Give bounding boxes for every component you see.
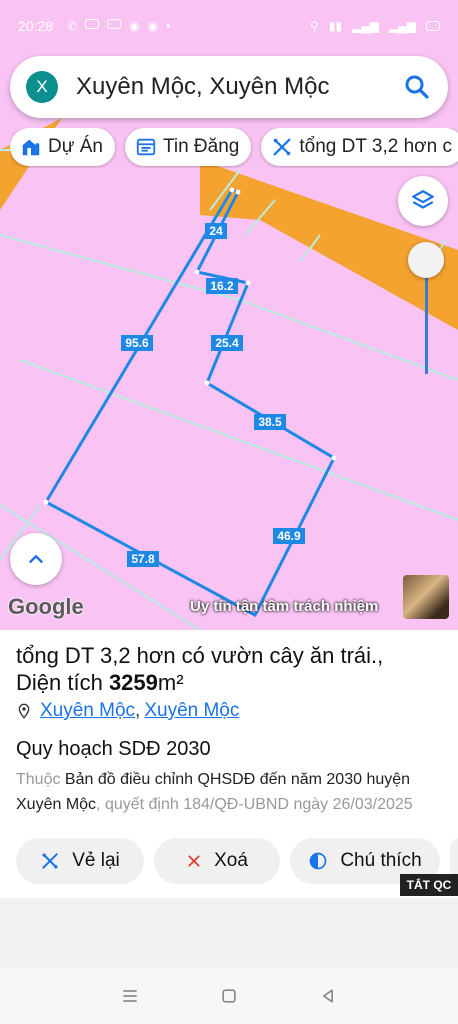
search-bar[interactable]: X Xuyên Mộc, Xuyên Mộc xyxy=(10,56,448,118)
dot-icon: • xyxy=(166,19,171,33)
location-icon: ⚲ xyxy=(310,19,319,33)
delete-button[interactable]: Xoá xyxy=(154,838,280,884)
redraw-label: Vẻ lại xyxy=(72,850,120,871)
layers-button[interactable] xyxy=(398,176,448,226)
delete-label: Xoá xyxy=(214,850,248,871)
chevron-up-icon xyxy=(29,555,43,563)
plan-heading: Quy hoạch SDĐ 2030 xyxy=(16,738,211,760)
hide-ads-badge[interactable]: TẮT QC xyxy=(400,874,458,896)
back-icon[interactable] xyxy=(318,986,338,1006)
chip-tin-dang[interactable]: Tin Đăng xyxy=(124,128,252,166)
volte-icon: ▮▮ xyxy=(328,19,343,33)
signal-icon: ▂▄▆ xyxy=(389,19,416,33)
redraw-button[interactable]: Vẻ lại xyxy=(16,838,144,884)
area-unit: m² xyxy=(157,670,184,695)
segment-label-24: 24 xyxy=(209,224,223,238)
home-icon[interactable] xyxy=(219,986,239,1006)
notification-icons: ✆ ◉ ◉ • xyxy=(67,19,170,33)
plan-prefix: Thuộc xyxy=(16,771,65,788)
ad-placeholder xyxy=(0,898,458,968)
search-input[interactable]: Xuyên Mộc, Xuyên Mộc xyxy=(76,73,402,101)
segment-label-95-6: 95.6 xyxy=(125,336,149,350)
legend-icon xyxy=(309,852,327,870)
app-icon xyxy=(85,19,100,29)
close-icon xyxy=(188,855,200,867)
listing-icon xyxy=(136,138,156,156)
parcel-outline[interactable] xyxy=(43,188,336,618)
status-bar: 20:28 ✆ ◉ ◉ • ⚲ ▮▮ ▂▄▆ ▂▄▆ xyxy=(0,0,458,52)
segment-label-57-8: 57.8 xyxy=(131,552,155,566)
location-link-district[interactable]: Xuyên Mộc xyxy=(144,700,239,722)
messenger-icon: ◉ xyxy=(147,19,159,33)
chip-label: Tin Đăng xyxy=(162,136,240,157)
location-row: Xuyên Mộc, Xuyên Mộc xyxy=(16,700,442,722)
system-icons: ⚲ ▮▮ ▂▄▆ ▂▄▆ xyxy=(310,19,440,33)
map-view[interactable]: 24 16.2 25.4 95.6 38.5 46.9 57.8 20:28 ✆… xyxy=(0,0,458,630)
messenger-icon: ◉ xyxy=(129,19,140,33)
opacity-slider-track[interactable] xyxy=(425,262,428,374)
measure-icon xyxy=(273,138,291,156)
chip-parcel[interactable]: tổng DT 3,2 hơn c xyxy=(261,128,458,166)
google-logo: Google xyxy=(8,594,84,619)
filter-chips: Dự Án Tin Đăng tổng DT 3,2 hơn c xyxy=(10,128,458,168)
plan-decision: , quyết định 184/QĐ-UBND ngày 26/03/2025 xyxy=(96,796,413,813)
signal-icon: ▂▄▆ xyxy=(352,19,380,33)
phone-icon: ✆ xyxy=(67,19,78,33)
search-icon[interactable] xyxy=(402,72,432,102)
redraw-icon xyxy=(42,853,58,869)
ad-banner-text[interactable]: Uy tín tận tâm trách nhiệm xyxy=(190,598,378,615)
status-time: 20:28 xyxy=(18,18,54,34)
location-separator: , xyxy=(135,700,141,721)
chip-du-an[interactable]: Dự Án xyxy=(10,128,115,166)
chip-label: tổng DT 3,2 hơn c xyxy=(299,136,452,157)
ad-thumbnail[interactable] xyxy=(403,575,449,619)
app-logo[interactable]: X xyxy=(26,71,58,103)
area-value: 3259 xyxy=(108,670,158,695)
location-pin-icon xyxy=(18,703,30,719)
segment-label-25-4: 25.4 xyxy=(215,336,239,350)
area-prefix: Diện tích xyxy=(16,670,109,695)
battery-icon xyxy=(426,21,440,31)
segment-label-38-5: 38.5 xyxy=(258,415,282,429)
segment-label-16-2: 16.2 xyxy=(210,279,234,293)
location-link-commune[interactable]: Xuyên Mộc xyxy=(40,700,135,722)
expand-sheet-button[interactable] xyxy=(10,533,62,585)
parcel-title: tổng DT 3,2 hơn có vườn cây ăn trái., xyxy=(16,643,384,668)
system-nav-bar xyxy=(0,968,458,1024)
building-icon xyxy=(22,139,40,156)
layers-icon xyxy=(412,190,434,209)
plan-description: Thuộc Bản đồ điều chỉnh QHSDĐ đến năm 20… xyxy=(16,767,442,817)
legend-label: Chú thích xyxy=(340,850,422,871)
app-icon xyxy=(107,19,122,29)
parcel-area: Diện tích 3259m² xyxy=(16,669,442,696)
action-buttons: Vẻ lại Xoá Chú thích xyxy=(16,838,458,884)
chip-label: Dự Án xyxy=(48,136,103,157)
segment-label-46-9: 46.9 xyxy=(277,529,301,543)
opacity-slider-knob[interactable] xyxy=(408,242,444,278)
menu-icon[interactable] xyxy=(120,986,140,1006)
